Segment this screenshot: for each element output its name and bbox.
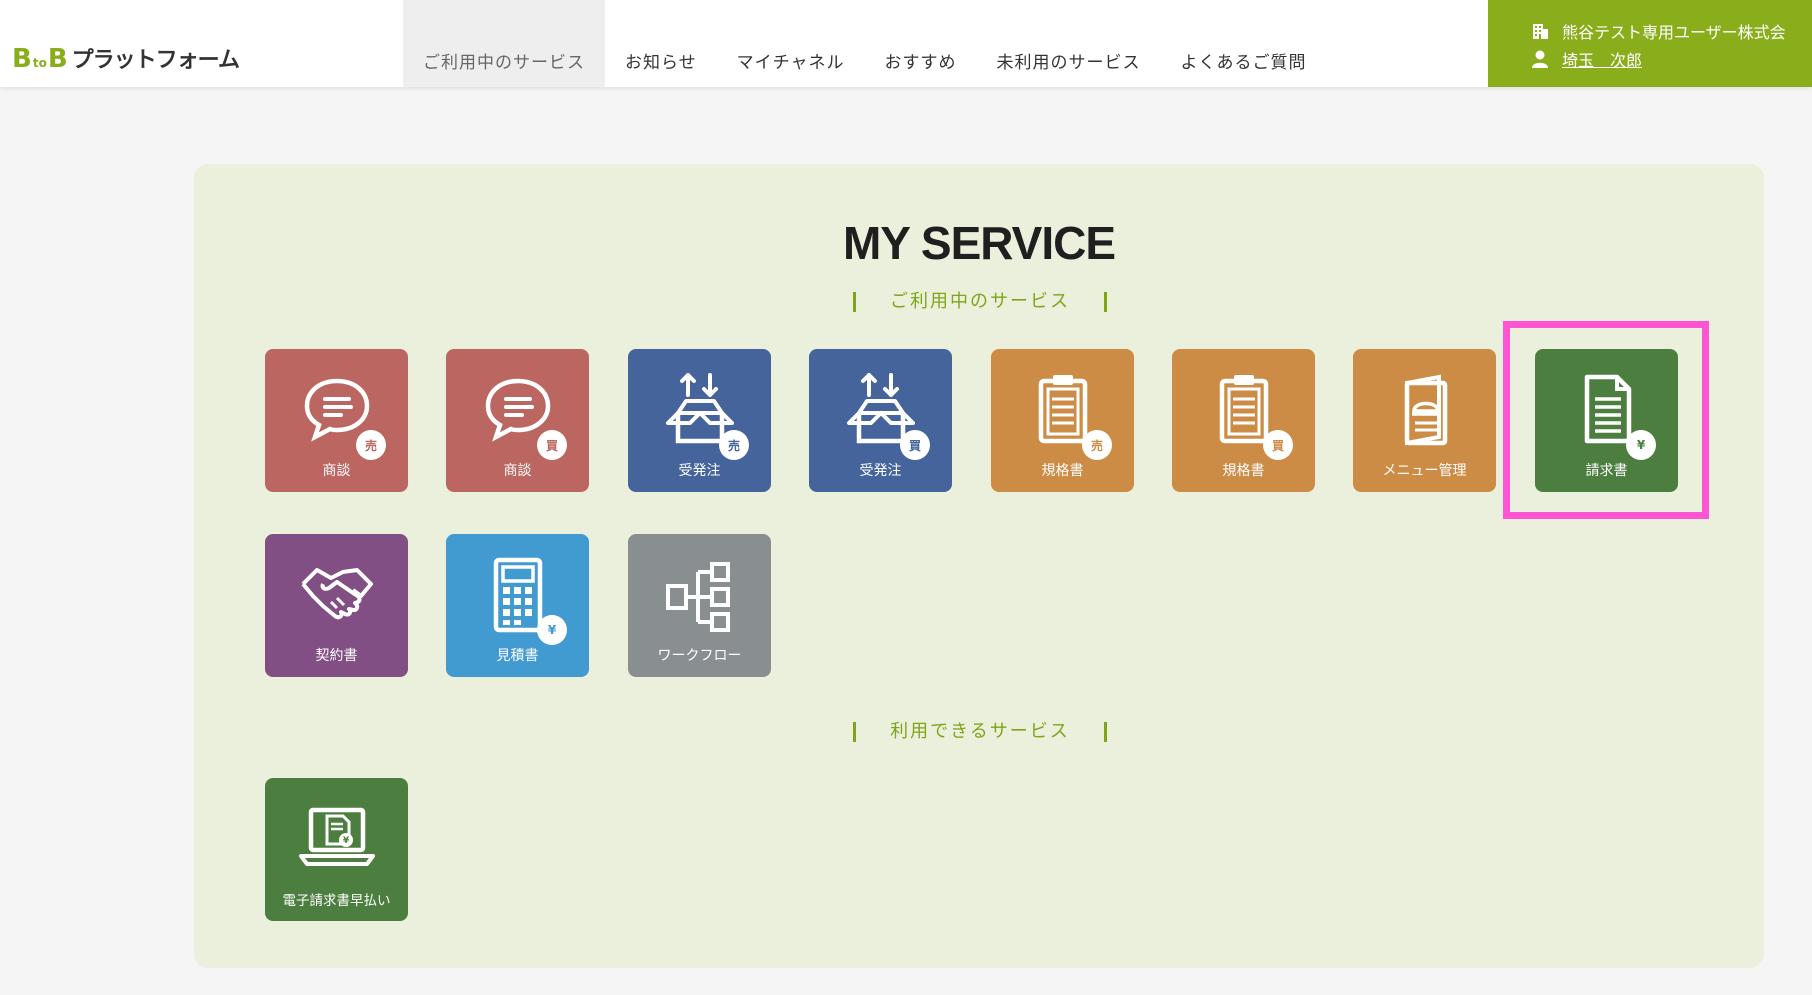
section-in-use-label: ご利用中のサービス xyxy=(890,291,1070,312)
tile-label: 規格書 xyxy=(1041,463,1084,479)
tile-orders-buy[interactable]: 買 受発注 xyxy=(809,349,952,492)
user-icon xyxy=(1532,50,1548,68)
buy-badge: 買 xyxy=(900,430,930,460)
page-title: MY SERVICE xyxy=(842,217,1116,269)
tile-spec-buy[interactable]: 買 規格書 xyxy=(1172,349,1315,492)
nav-faq[interactable]: よくあるご質問 xyxy=(1161,0,1327,87)
user-row[interactable]: 埼玉 次郎 xyxy=(1530,47,1642,71)
divider xyxy=(853,292,856,312)
tile-spec-sell[interactable]: 売 規格書 xyxy=(991,349,1134,492)
yen-badge: ¥ xyxy=(1626,430,1656,460)
tile-e-invoice-early-payment[interactable]: ¥ 電子請求書早払い xyxy=(265,778,408,921)
workflow-icon xyxy=(666,562,730,632)
nav-in-use-services[interactable]: ご利用中のサービス xyxy=(403,0,605,87)
nav-news[interactable]: お知らせ xyxy=(605,0,717,87)
tile-label: 受発注 xyxy=(678,463,721,479)
account-panel: 熊谷テスト専用ユーザー株式会 埼玉 次郎 xyxy=(1488,0,1812,87)
section-in-use-heading: ご利用中のサービス xyxy=(780,287,1180,313)
sell-badge: 売 xyxy=(1082,430,1112,460)
buy-badge: 買 xyxy=(537,430,567,460)
tile-menu-management[interactable]: メニュー管理 xyxy=(1353,349,1496,492)
main-nav: ご利用中のサービス お知らせ マイチャネル おすすめ 未利用のサービス よくある… xyxy=(403,0,1327,87)
user-name-link[interactable]: 埼玉 次郎 xyxy=(1562,47,1642,71)
tile-label: 見積書 xyxy=(496,648,539,664)
tile-estimate[interactable]: ¥ 見積書 xyxy=(446,534,589,677)
sell-badge: 売 xyxy=(356,430,386,460)
logo-b2: B xyxy=(47,44,68,74)
tile-orders-sell[interactable]: 売 受発注 xyxy=(628,349,771,492)
laptop-invoice-icon: ¥ xyxy=(299,807,375,866)
tile-negotiation-sell[interactable]: 売 商談 xyxy=(265,349,408,492)
building-icon xyxy=(1533,24,1548,39)
svg-text:¥: ¥ xyxy=(343,836,350,846)
tile-label: 商談 xyxy=(322,463,351,479)
divider xyxy=(1103,722,1107,742)
divider xyxy=(853,722,857,742)
buy-badge: 買 xyxy=(1263,430,1293,460)
logo-text: プラットフォーム xyxy=(71,48,240,73)
tile-label: メニュー管理 xyxy=(1382,463,1467,479)
nav-my-channel[interactable]: マイチャネル xyxy=(717,0,865,87)
nav-unused-services[interactable]: 未利用のサービス xyxy=(977,0,1161,87)
logo[interactable]: B to B プラットフォーム xyxy=(12,44,240,74)
tile-workflow[interactable]: ワークフロー xyxy=(628,534,771,677)
menu-book-icon xyxy=(1404,374,1448,446)
tile-contract[interactable]: 契約書 xyxy=(265,534,408,677)
tile-label: ワークフロー xyxy=(657,648,742,664)
tile-label: 商談 xyxy=(503,463,532,479)
header: B to B プラットフォーム ご利用中のサービス お知らせ マイチャネル おす… xyxy=(0,0,1812,87)
tile-label: 請求書 xyxy=(1585,463,1628,479)
company-name: 熊谷テスト専用ユーザー株式会 xyxy=(1562,23,1786,42)
tile-label: 規格書 xyxy=(1222,463,1265,479)
logo-to: to xyxy=(32,56,47,70)
divider xyxy=(1104,292,1107,312)
logo-b: B xyxy=(12,44,32,74)
section-available-label: 利用できるサービス xyxy=(890,721,1070,742)
section-available-heading: 利用できるサービス xyxy=(780,717,1180,743)
service-panel xyxy=(194,164,1764,968)
sell-badge: 売 xyxy=(719,430,749,460)
company-row: 熊谷テスト専用ユーザー株式会 xyxy=(1530,19,1786,43)
tile-label: 契約書 xyxy=(315,648,358,664)
nav-recommended[interactable]: おすすめ xyxy=(865,0,977,87)
handshake-icon xyxy=(301,568,373,620)
yen-badge: ¥ xyxy=(537,615,567,645)
tile-label: 受発注 xyxy=(859,463,902,479)
tile-negotiation-buy[interactable]: 買 商談 xyxy=(446,349,589,492)
tile-invoice[interactable]: ¥ 請求書 xyxy=(1535,349,1678,492)
tile-label: 電子請求書早払い xyxy=(282,893,391,909)
